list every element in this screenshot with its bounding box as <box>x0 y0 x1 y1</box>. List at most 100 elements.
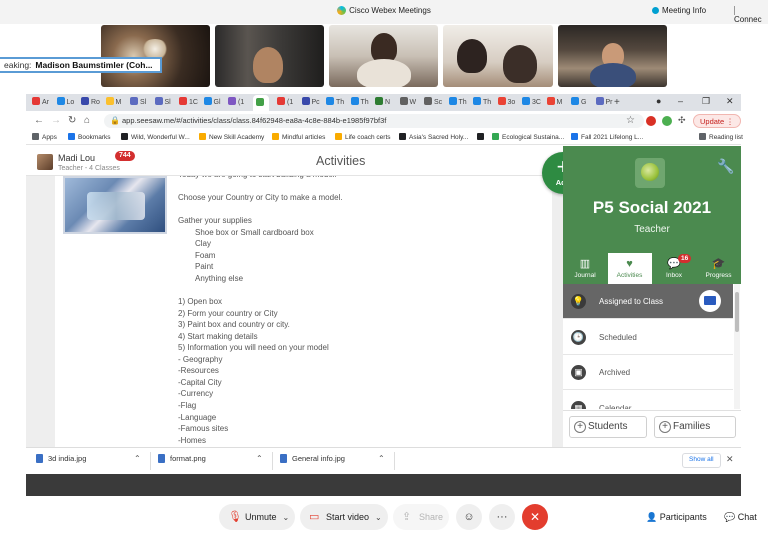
address-bar[interactable]: 🔒 app.seesaw.me/#/activities/class/class… <box>104 114 644 128</box>
scrollbar-thumb[interactable] <box>735 292 739 332</box>
update-button[interactable]: Update ⋮ <box>693 114 741 128</box>
extension-icon[interactable] <box>646 116 656 126</box>
bookmark-star-icon[interactable]: ☆ <box>626 115 635 126</box>
tab-progress[interactable]: 🎓 Progress <box>697 253 741 284</box>
profile-icon[interactable]: ● <box>656 96 661 106</box>
share-button[interactable]: ⇪ Share <box>393 504 449 530</box>
avatar[interactable] <box>37 154 53 170</box>
browser-tab[interactable] <box>252 95 269 111</box>
wrench-icon[interactable]: 🔧 <box>717 158 734 175</box>
download-item[interactable]: 3d india.jpg ⌃ <box>36 454 144 469</box>
home-icon[interactable]: ⌂ <box>84 115 90 126</box>
user-name[interactable]: Madi Lou <box>58 153 95 163</box>
folder-icon[interactable] <box>699 290 721 312</box>
bookmark-item[interactable] <box>477 133 487 141</box>
families-button[interactable]: + Families <box>654 416 736 438</box>
bookmark-item[interactable]: Ecological Sustaina... <box>492 133 564 141</box>
more-options-icon[interactable]: ··· <box>489 504 515 530</box>
chevron-up-icon[interactable]: ⌃ <box>134 454 141 463</box>
tab-label: Inbox <box>666 272 682 279</box>
tab-inbox[interactable]: 💬 Inbox 16 <box>652 253 696 284</box>
restore-icon[interactable]: ❐ <box>702 96 710 107</box>
browser-tab[interactable]: Sl <box>154 97 171 108</box>
download-item[interactable]: format.png ⌃ <box>158 454 266 469</box>
activity-thumbnail[interactable] <box>63 176 167 234</box>
browser-tab[interactable]: Pc <box>301 97 320 108</box>
chevron-up-icon[interactable]: ⌃ <box>256 454 263 463</box>
show-all-button[interactable]: Show all <box>682 453 721 468</box>
tab-activities[interactable]: ♥ Activities <box>607 253 652 284</box>
forward-icon[interactable]: → <box>51 115 61 126</box>
browser-tab[interactable]: 1C <box>179 97 198 108</box>
reading-list-button[interactable]: Reading list <box>699 133 743 141</box>
browser-tab[interactable]: N <box>375 97 390 108</box>
back-icon[interactable]: ← <box>34 115 44 126</box>
chevron-down-icon[interactable]: ⌄ <box>375 513 382 522</box>
meeting-info-button[interactable]: Meeting Info <box>652 6 706 15</box>
bookmark-item[interactable]: New Skill Academy <box>199 133 264 141</box>
browser-tab[interactable]: G <box>571 97 586 108</box>
list-item[interactable]: 🕒 Scheduled <box>563 320 733 355</box>
participant-video-5[interactable] <box>558 25 667 87</box>
participant-video-3[interactable] <box>329 25 438 87</box>
participants-button[interactable]: 👤 Participants <box>646 504 707 530</box>
chat-button[interactable]: 💬 Chat <box>724 504 757 530</box>
participant-video-4[interactable] <box>443 25 553 87</box>
browser-tab[interactable]: (1 <box>277 97 293 108</box>
browser-tab[interactable]: Lo <box>56 97 74 108</box>
browser-tab[interactable]: Ar <box>32 97 49 108</box>
reload-icon[interactable]: ↻ <box>68 115 76 126</box>
end-meeting-button[interactable]: ✕ <box>522 504 548 530</box>
class-name[interactable]: P5 Social 2021 <box>563 198 741 218</box>
browser-tab[interactable]: M <box>105 97 121 108</box>
bookmarks-bar: Apps Bookmarks Wild, Wonderful W... New Ski… <box>26 131 743 145</box>
panel-scrollbar[interactable] <box>734 284 740 409</box>
tab-label: Ro <box>91 99 100 106</box>
browser-tab[interactable]: Th <box>473 97 491 108</box>
bookmark-item[interactable]: Apps <box>32 133 57 141</box>
participant-video-2[interactable] <box>215 25 324 87</box>
start-video-button[interactable]: ▭ Start video ⌄ <box>300 504 388 530</box>
browser-tab[interactable]: M <box>546 97 562 108</box>
students-button[interactable]: + Students <box>569 416 647 438</box>
file-icon <box>158 454 165 463</box>
close-icon[interactable]: ✕ <box>726 454 734 465</box>
chevron-up-icon[interactable]: ⌃ <box>378 454 385 463</box>
bookmark-item[interactable]: Wild, Wonderful W... <box>121 133 190 141</box>
puzzle-icon[interactable]: ✣ <box>678 115 686 126</box>
list-item[interactable]: ▦ Calendar <box>563 391 733 409</box>
plus-icon: + <box>574 421 586 433</box>
list-item[interactable]: ▣ Archived <box>563 355 733 390</box>
browser-tab[interactable]: Th <box>448 97 467 108</box>
participant-video-1[interactable] <box>101 25 210 87</box>
browser-tab[interactable]: W <box>399 97 416 108</box>
download-item[interactable]: General info.jpg ⌃ <box>280 454 388 469</box>
browser-tab[interactable]: Sc <box>424 97 442 108</box>
minimize-icon[interactable]: – <box>678 96 683 106</box>
tab-journal[interactable]: ▥ Journal <box>563 253 607 284</box>
browser-tab[interactable]: 3C <box>522 97 541 108</box>
reactions-icon[interactable]: ☺ <box>456 504 482 530</box>
extension-icon[interactable] <box>662 116 672 126</box>
browser-tab[interactable]: Pr <box>595 97 613 108</box>
close-window-icon[interactable]: ✕ <box>726 96 734 107</box>
chevron-down-icon[interactable]: ⌄ <box>283 513 290 522</box>
browser-tab[interactable]: Sl <box>130 97 146 108</box>
separator <box>272 452 273 470</box>
unmute-button[interactable]: 🎙 Unmute ⌄ <box>219 504 295 530</box>
bookmark-item[interactable]: Asia's Sacred Holy... <box>399 133 468 141</box>
bookmark-item[interactable]: Fall 2021 Lifelong L... <box>571 133 643 141</box>
browser-tab[interactable]: Th <box>326 97 344 108</box>
browser-tab[interactable]: Th <box>350 97 369 108</box>
list-item[interactable]: 💡 Assigned to Class <box>563 284 733 319</box>
browser-tab[interactable]: Gl <box>203 97 221 108</box>
url-text[interactable]: app.seesaw.me/#/activities/class/class.8… <box>122 116 386 125</box>
bookmark-item[interactable]: Bookmarks <box>68 133 111 141</box>
browser-tab[interactable]: 3o <box>497 97 515 108</box>
new-tab-button[interactable]: + <box>614 97 620 108</box>
bookmark-item[interactable]: Mindful articles <box>272 133 325 141</box>
bookmark-item[interactable]: Life coach certs <box>335 133 391 141</box>
connection-status[interactable]: Connec <box>734 6 768 24</box>
browser-tab[interactable]: Ro <box>81 97 100 108</box>
browser-tab[interactable]: (1 <box>228 97 244 108</box>
